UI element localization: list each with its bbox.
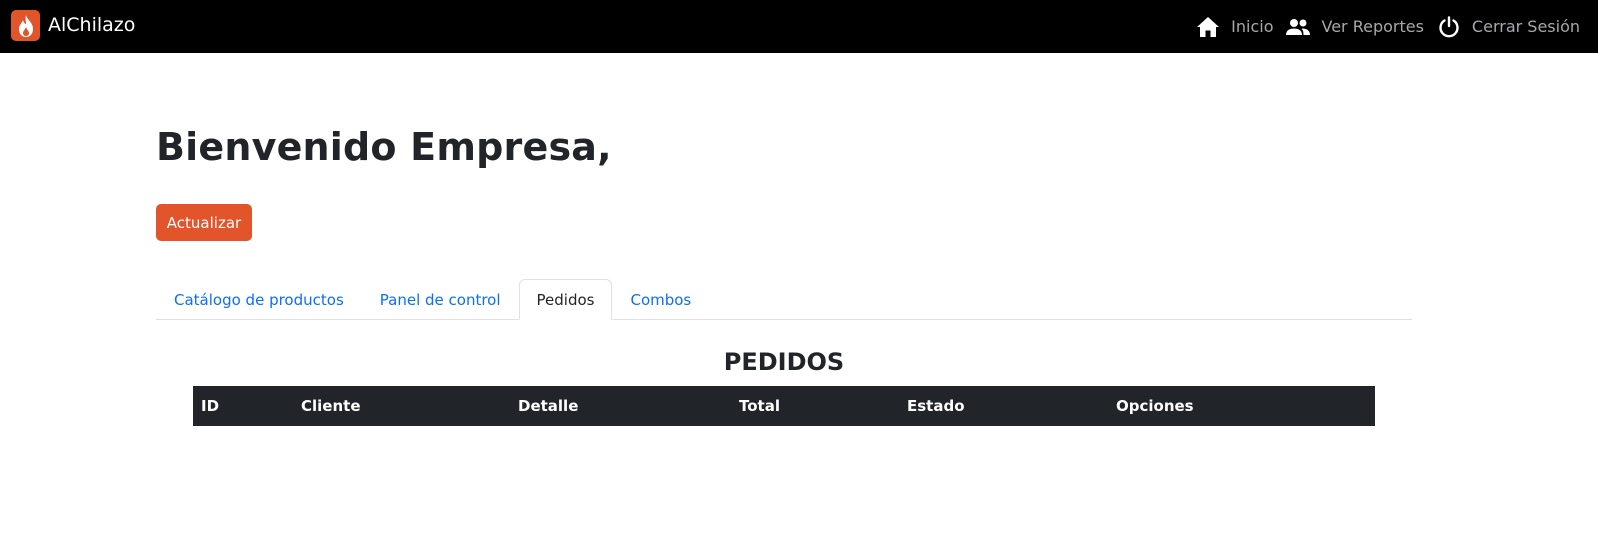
column-header-total: Total <box>739 397 780 415</box>
top-navbar: AlChilazo Inicio Ver Reportes Cerrar Ses… <box>0 0 1598 53</box>
tab-catalogo-de-productos[interactable]: Catálogo de productos <box>156 279 362 320</box>
brand-name: AlChilazo <box>48 14 136 36</box>
column-header-cliente: Cliente <box>301 397 361 415</box>
nav-ver-reportes-link[interactable]: Ver Reportes <box>1285 14 1424 40</box>
tab-panel-de-control[interactable]: Panel de control <box>362 279 519 320</box>
nav-cerrar-sesion-link[interactable]: Cerrar Sesión <box>1436 14 1580 40</box>
power-icon <box>1436 14 1462 40</box>
orders-table-header: ID Cliente Detalle Total Estado Opciones <box>193 386 1375 426</box>
nav-cerrar-sesion-label: Cerrar Sesión <box>1471 17 1580 36</box>
column-header-estado: Estado <box>907 397 965 415</box>
nav-links: Inicio Ver Reportes Cerrar Sesión <box>1183 0 1580 53</box>
update-button[interactable]: Actualizar <box>156 204 252 241</box>
tab-pedidos[interactable]: Pedidos <box>518 279 613 320</box>
tab-combos[interactable]: Combos <box>612 279 709 320</box>
tab-bar: Catálogo de productos Panel de control P… <box>156 279 1412 320</box>
nav-inicio-label: Inicio <box>1231 17 1274 36</box>
page-title: Bienvenido Empresa, <box>156 125 612 169</box>
section-title: PEDIDOS <box>723 348 845 376</box>
nav-inicio-link[interactable]: Inicio <box>1195 14 1273 40</box>
column-header-opciones: Opciones <box>1116 397 1194 415</box>
nav-ver-reportes-label: Ver Reportes <box>1321 17 1424 36</box>
brand-link[interactable]: AlChilazo <box>11 10 135 41</box>
flame-logo-icon <box>11 10 40 41</box>
home-icon <box>1195 14 1221 40</box>
column-header-id: ID <box>201 397 220 415</box>
column-header-detalle: Detalle <box>518 397 579 415</box>
people-icon <box>1285 14 1311 40</box>
